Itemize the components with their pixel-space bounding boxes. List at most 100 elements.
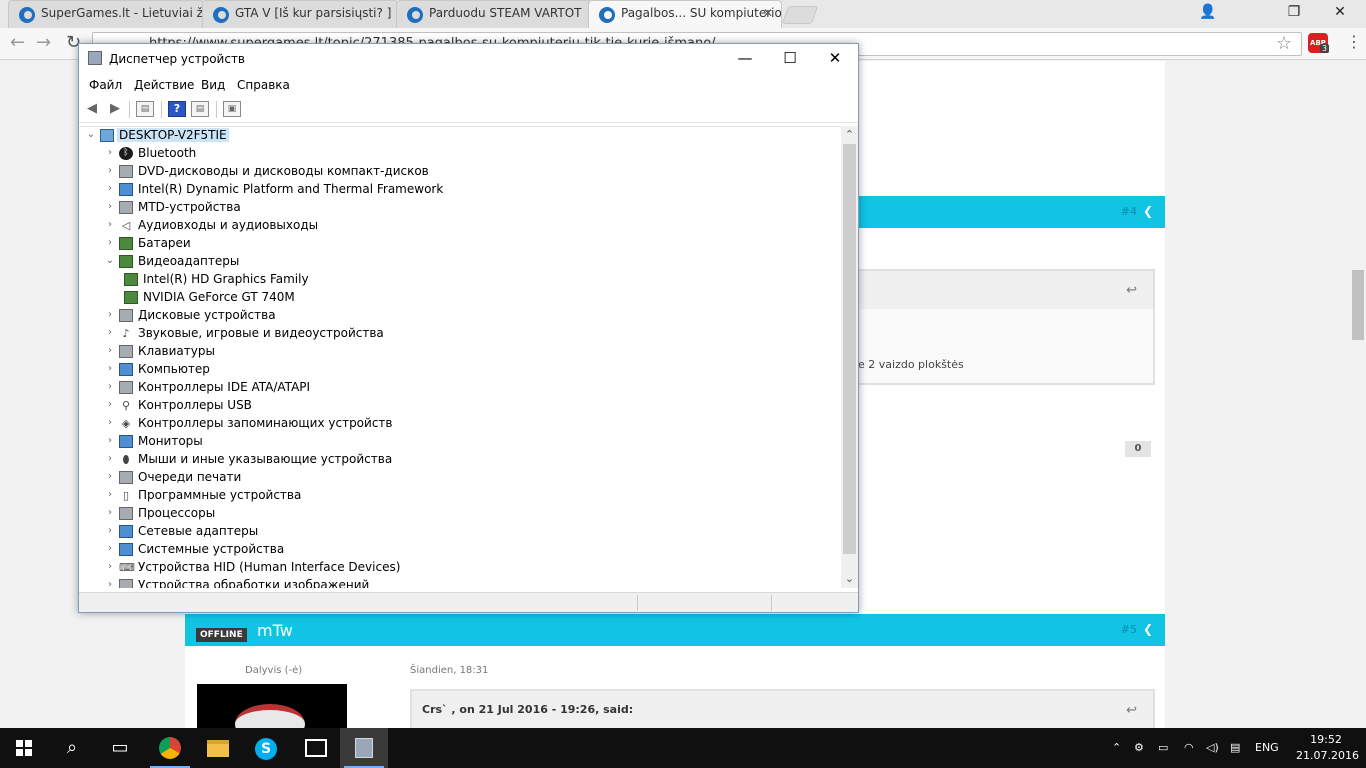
device-tree-scrollbar-thumb[interactable] bbox=[843, 144, 856, 554]
expand-arrow-icon[interactable]: › bbox=[105, 327, 115, 338]
post-number[interactable]: #5 bbox=[1121, 623, 1137, 636]
menu-view[interactable]: Вид bbox=[201, 78, 225, 92]
new-tab-button[interactable] bbox=[781, 6, 819, 24]
tree-category-item[interactable]: › MTD-устройства bbox=[105, 199, 705, 217]
skype-icon[interactable]: S bbox=[242, 728, 290, 768]
expand-arrow-icon[interactable]: › bbox=[105, 543, 115, 554]
tree-device-item[interactable]: NVIDIA GeForce GT 740M bbox=[124, 289, 724, 307]
chrome-taskbar-icon[interactable] bbox=[146, 728, 194, 768]
volume-icon[interactable]: ◁) bbox=[1206, 728, 1219, 768]
tree-category-item[interactable]: › ⚲ Контроллеры USB bbox=[105, 397, 705, 415]
expand-arrow-icon[interactable]: › bbox=[105, 183, 115, 194]
share-icon[interactable]: ❮ bbox=[1143, 622, 1153, 636]
tree-category-item[interactable]: ⌄ Видеоадаптеры bbox=[105, 253, 705, 271]
show-hide-console-tree-icon[interactable]: ▤ bbox=[136, 101, 154, 117]
expand-arrow-icon[interactable]: › bbox=[105, 471, 115, 482]
file-explorer-icon[interactable] bbox=[194, 728, 242, 768]
browser-restore-icon[interactable]: ❐ bbox=[1272, 0, 1316, 28]
close-tab-icon[interactable]: ✕ bbox=[763, 6, 773, 20]
browser-tab-2[interactable]: GTA V [Iš kur parsisiųsti? ] bbox=[202, 0, 398, 28]
tree-category-item[interactable]: › Компьютер bbox=[105, 361, 705, 379]
tree-category-item[interactable]: › Клавиатуры bbox=[105, 343, 705, 361]
collapse-arrow-icon[interactable]: ⌄ bbox=[105, 255, 115, 266]
properties-icon[interactable]: ▤ bbox=[191, 101, 209, 117]
expand-arrow-icon[interactable]: › bbox=[105, 489, 115, 500]
device-manager-taskbar-icon[interactable] bbox=[340, 728, 388, 768]
tree-category-item[interactable]: › ◈ Контроллеры запоминающих устройств bbox=[105, 415, 705, 433]
expand-arrow-icon[interactable]: › bbox=[105, 147, 115, 158]
start-button[interactable] bbox=[0, 728, 48, 768]
tree-category-item[interactable]: › Контроллеры IDE ATA/ATAPI bbox=[105, 379, 705, 397]
scroll-up-icon[interactable]: ⌃ bbox=[843, 128, 856, 141]
menu-help[interactable]: Справка bbox=[237, 78, 290, 92]
expand-arrow-icon[interactable]: › bbox=[105, 381, 115, 392]
expand-arrow-icon[interactable]: › bbox=[105, 219, 115, 230]
expand-arrow-icon[interactable]: › bbox=[105, 165, 115, 176]
help-icon[interactable]: ? bbox=[168, 101, 186, 117]
search-icon[interactable]: ⌕ bbox=[48, 728, 96, 768]
collapse-arrow-icon[interactable]: ⌄ bbox=[86, 129, 96, 140]
expand-arrow-icon[interactable]: › bbox=[105, 201, 115, 212]
forward-arrow-icon[interactable]: ▶ bbox=[106, 101, 124, 117]
post-username[interactable]: mTw bbox=[257, 621, 293, 640]
tree-category-item[interactable]: › Батареи bbox=[105, 235, 705, 253]
close-icon[interactable]: ✕ bbox=[812, 44, 858, 74]
expand-arrow-icon[interactable]: › bbox=[105, 399, 115, 410]
page-scrollbar[interactable] bbox=[1350, 61, 1366, 728]
expand-arrow-icon[interactable]: › bbox=[105, 561, 115, 572]
expand-arrow-icon[interactable]: › bbox=[105, 453, 115, 464]
browser-tab-1[interactable]: SuperGames.lt - Lietuviai žaidžia bbox=[8, 0, 204, 28]
back-arrow-icon[interactable]: ← bbox=[10, 32, 25, 53]
expand-arrow-icon[interactable]: › bbox=[105, 363, 115, 374]
task-view-icon[interactable]: ▭ bbox=[96, 728, 144, 768]
photos-icon[interactable] bbox=[292, 728, 340, 768]
tree-category-item[interactable]: › Intel(R) Dynamic Platform and Thermal F… bbox=[105, 181, 705, 199]
expand-arrow-icon[interactable]: › bbox=[105, 507, 115, 518]
tree-category-item[interactable]: › Сетевые адаптеры bbox=[105, 523, 705, 541]
minimize-icon[interactable]: — bbox=[722, 44, 768, 74]
tree-category-item[interactable]: › Мониторы bbox=[105, 433, 705, 451]
tree-category-item[interactable]: › Очереди печати bbox=[105, 469, 705, 487]
tree-category-item[interactable]: › ᛒ Bluetooth bbox=[105, 145, 705, 163]
scroll-down-icon[interactable]: ⌄ bbox=[843, 572, 856, 585]
avatar[interactable] bbox=[197, 684, 347, 728]
tree-category-item[interactable]: › ▯ Программные устройства bbox=[105, 487, 705, 505]
expand-arrow-icon[interactable]: › bbox=[105, 309, 115, 320]
expand-arrow-icon[interactable]: › bbox=[105, 417, 115, 428]
menu-file[interactable]: Файл bbox=[89, 78, 122, 92]
tree-category-item[interactable]: › ◁ Аудиовходы и аудиовыходы bbox=[105, 217, 705, 235]
battery-tray-icon[interactable]: ▭ bbox=[1158, 728, 1168, 768]
wifi-icon[interactable]: ◠ bbox=[1184, 728, 1194, 768]
browser-tab-3[interactable]: Parduodu STEAM VARTOT bbox=[396, 0, 592, 28]
steam-tray-icon[interactable]: ⚙ bbox=[1134, 728, 1144, 768]
expand-arrow-icon[interactable]: › bbox=[105, 237, 115, 248]
system-clock[interactable]: 19:52 21.07.2016 bbox=[1296, 732, 1359, 764]
language-indicator[interactable]: ENG bbox=[1255, 728, 1279, 768]
post-number[interactable]: #4 bbox=[1121, 205, 1137, 218]
expand-arrow-icon[interactable]: › bbox=[105, 345, 115, 356]
expand-arrow-icon[interactable]: › bbox=[105, 579, 115, 588]
expand-arrow-icon[interactable]: › bbox=[105, 525, 115, 536]
forward-arrow-icon[interactable]: → bbox=[36, 32, 51, 53]
tree-category-item[interactable]: › DVD-дисководы и дисководы компакт-диско… bbox=[105, 163, 705, 181]
tree-category-item[interactable]: › Процессоры bbox=[105, 505, 705, 523]
browser-close-icon[interactable]: ✕ bbox=[1318, 0, 1362, 28]
share-icon[interactable]: ❮ bbox=[1143, 204, 1153, 218]
tree-category-item[interactable]: › ⌨ Устройства HID (Human Interface Device… bbox=[105, 559, 705, 577]
browser-tab-4-active[interactable]: Pagalbos... SU kompiuterio ✕ bbox=[588, 0, 782, 28]
tree-device-item[interactable]: Intel(R) HD Graphics Family bbox=[124, 271, 724, 289]
tree-category-item[interactable]: › Дисковые устройства bbox=[105, 307, 705, 325]
tree-category-item[interactable]: › Устройства обработки изображений bbox=[105, 577, 705, 588]
tree-category-item[interactable]: › ⬮ Мыши и иные указывающие устройства bbox=[105, 451, 705, 469]
menu-action[interactable]: Действие bbox=[134, 78, 194, 92]
tree-category-item[interactable]: › Системные устройства bbox=[105, 541, 705, 559]
profile-icon[interactable]: 👤 bbox=[1186, 0, 1230, 28]
tree-category-item[interactable]: › ♪ Звуковые, игровые и видеоустройства bbox=[105, 325, 705, 343]
notifications-icon[interactable]: ▤ bbox=[1230, 728, 1240, 768]
bookmark-star-icon[interactable]: ☆ bbox=[1276, 33, 1292, 54]
show-hidden-icons-icon[interactable]: ⌃ bbox=[1112, 728, 1121, 768]
expand-arrow-icon[interactable]: › bbox=[105, 435, 115, 446]
reply-arrow-icon[interactable]: ↩ bbox=[1126, 703, 1137, 718]
reply-arrow-icon[interactable]: ↩ bbox=[1126, 283, 1137, 298]
back-arrow-icon[interactable]: ◀ bbox=[83, 101, 101, 117]
